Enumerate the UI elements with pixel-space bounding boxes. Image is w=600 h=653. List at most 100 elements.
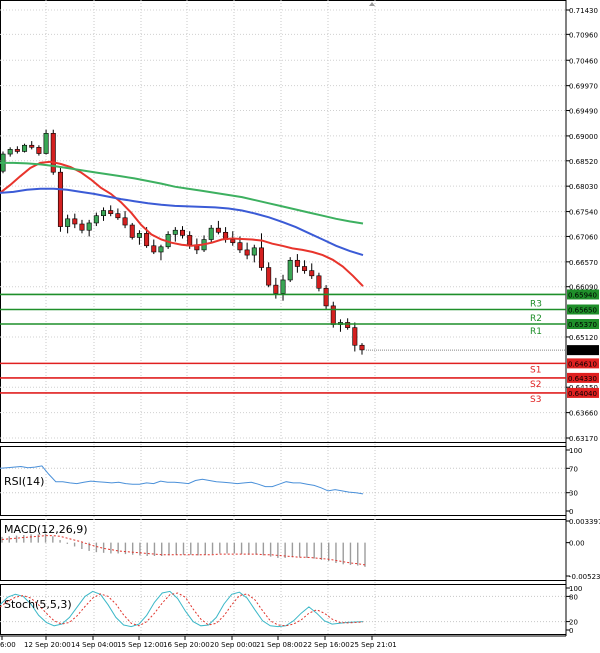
candle-body bbox=[151, 245, 157, 253]
rsi-tick-label-2: 30 bbox=[569, 490, 578, 498]
candle-body bbox=[14, 149, 20, 152]
candle-body bbox=[93, 215, 99, 224]
x-tick-label-5: 20 Sep 00:00 bbox=[210, 641, 257, 649]
x-tick-label-3: 15 Sep 12:00 bbox=[117, 641, 164, 649]
x-tick-label-6: 21 Sep 08:00 bbox=[256, 641, 303, 649]
candle-body bbox=[115, 213, 121, 219]
y-tick-label-0: 0.71430 bbox=[569, 7, 598, 15]
macd-title: MACD(12,26,9) bbox=[4, 523, 88, 536]
candle-body bbox=[108, 210, 114, 214]
stoch-tick-label-1: 80 bbox=[569, 593, 578, 601]
x-tick-label-0: 6:00 bbox=[0, 641, 16, 649]
y-tick-label-7: 0.68030 bbox=[569, 183, 598, 191]
candle-body bbox=[280, 279, 286, 294]
candle bbox=[50, 129, 56, 175]
level-tag-4: 0.64330 bbox=[568, 375, 597, 383]
y-tick-label-8: 0.67540 bbox=[569, 209, 598, 217]
candle-body bbox=[7, 149, 13, 155]
rsi-tick-label-3: 0 bbox=[569, 508, 573, 516]
x-tick-label-8: 25 Sep 21:01 bbox=[350, 641, 397, 649]
candle-body bbox=[251, 247, 257, 256]
x-tick-label-7: 22 Sep 16:00 bbox=[303, 641, 350, 649]
y-tick-label-5: 0.69000 bbox=[569, 133, 598, 141]
candle-body bbox=[22, 144, 28, 152]
y-tick-label-2: 0.70460 bbox=[569, 57, 598, 65]
y-tick-label-10: 0.66570 bbox=[569, 259, 598, 267]
candle bbox=[43, 129, 49, 155]
level-tag-0: 0.65940 bbox=[568, 291, 597, 299]
candle-body bbox=[172, 229, 178, 235]
level-tag-1: 0.65650 bbox=[568, 306, 597, 314]
candle-body bbox=[29, 144, 35, 148]
candle-body bbox=[287, 259, 293, 281]
level-label-r1: R1 bbox=[530, 327, 542, 337]
candle-body bbox=[237, 242, 243, 251]
candle bbox=[323, 285, 329, 309]
candle-body bbox=[323, 287, 329, 307]
candle-body bbox=[230, 239, 236, 243]
candle bbox=[57, 167, 63, 232]
candle-body bbox=[129, 224, 135, 238]
candle-body bbox=[36, 147, 42, 154]
candle-body bbox=[309, 270, 315, 277]
candle-body bbox=[101, 210, 107, 217]
macd-tick-label-1: 0.00 bbox=[569, 540, 585, 548]
level-label-s1: S1 bbox=[530, 365, 541, 375]
candle-body bbox=[330, 305, 336, 325]
y-tick-label-9: 0.67060 bbox=[569, 233, 598, 241]
candle-body bbox=[316, 275, 322, 289]
stoch-tick-label-2: 20 bbox=[569, 619, 578, 627]
x-tick-label-2: 14 Sep 04:00 bbox=[71, 641, 118, 649]
stoch-tick-label-0: 100 bbox=[569, 585, 582, 593]
level-label-r3: R3 bbox=[530, 299, 542, 309]
y-tick-label-15: 0.63170 bbox=[569, 435, 598, 443]
forex-chart: 0.71430 0.70960 0.70460 0.69970 0.69490 0.690… bbox=[0, 0, 600, 649]
y-tick-label-3: 0.69970 bbox=[569, 83, 598, 91]
level-label-s3: S3 bbox=[530, 395, 541, 405]
candle-body bbox=[244, 249, 250, 256]
candle-body bbox=[180, 229, 186, 236]
y-tick-label-12: 0.65120 bbox=[569, 334, 598, 342]
candle-body bbox=[122, 217, 128, 226]
y-tick-label-6: 0.68520 bbox=[569, 158, 598, 166]
y-tick-label-1: 0.70960 bbox=[569, 31, 598, 39]
level-tag-3: 0.64610 bbox=[568, 360, 597, 368]
candle-body bbox=[266, 267, 272, 286]
current-price-tag: 0.64866 bbox=[568, 347, 597, 355]
candle-body bbox=[215, 227, 221, 233]
candle bbox=[287, 257, 293, 283]
stoch-title: Stoch(5,5,3) bbox=[4, 598, 72, 611]
candle-body bbox=[359, 344, 365, 351]
candle-body bbox=[72, 218, 78, 225]
y-tick-label-14: 0.63660 bbox=[569, 410, 598, 418]
rsi-title: RSI(14) bbox=[4, 475, 44, 488]
macd-tick-label-2: -0.005239 bbox=[569, 573, 600, 581]
level-tag-5: 0.64040 bbox=[568, 390, 597, 398]
candle-body bbox=[302, 266, 308, 271]
candle-body bbox=[57, 171, 63, 227]
candle-body bbox=[144, 233, 150, 247]
stoch-tick-label-3: 0 bbox=[569, 627, 573, 635]
y-tick-label-4: 0.69490 bbox=[569, 108, 598, 116]
candle-body bbox=[294, 259, 300, 267]
rsi-panel bbox=[0, 446, 567, 516]
candle bbox=[129, 222, 135, 240]
rsi-tick-label-0: 100 bbox=[569, 447, 582, 455]
candle-body bbox=[208, 227, 214, 240]
candle-body bbox=[43, 133, 49, 154]
candle-body bbox=[158, 246, 164, 253]
candle-body bbox=[136, 233, 142, 238]
candle-body bbox=[352, 327, 358, 346]
candle-body bbox=[258, 247, 264, 268]
rsi-tick-label-1: 70 bbox=[569, 465, 578, 473]
candle-body bbox=[86, 222, 92, 231]
candle-body bbox=[187, 235, 193, 246]
macd-tick-label-0: 0.003397 bbox=[569, 518, 600, 526]
level-label-r2: R2 bbox=[530, 314, 542, 324]
candle-body bbox=[79, 223, 85, 231]
x-tick-label-1: 12 Sep 20:00 bbox=[24, 641, 71, 649]
candle-body bbox=[273, 284, 279, 294]
candle bbox=[22, 143, 28, 153]
x-tick-label-4: 16 Sep 20:00 bbox=[163, 641, 210, 649]
level-label-s2: S2 bbox=[530, 380, 541, 390]
